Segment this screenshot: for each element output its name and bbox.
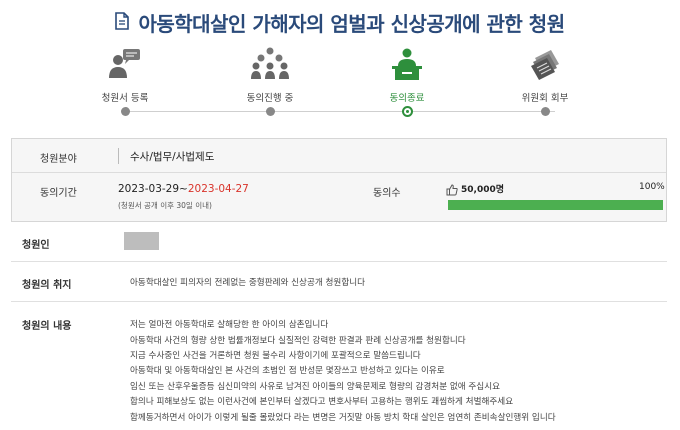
document-icon [115,11,130,34]
step-label: 청원서 등록 [101,93,149,104]
step-label: 위원회 회부 [521,93,569,104]
agree-label: 동의수 [373,188,401,199]
divider [118,148,119,164]
group-icon [250,46,290,82]
step-dot-active [401,106,413,117]
step-track [125,111,555,112]
step-dot [265,107,275,116]
period-separator: ~ [179,183,188,195]
agree-progress-fill [448,200,663,210]
agree-percent: 100% [639,182,665,192]
content-line: 함께동거하면서 아이가 이렇게 될줄 몰랐었다 라는 변명은 거짓말 아동 방치… [130,413,556,423]
content-line: 아동학대 및 아동학대살인 본 사건의 초범인 점 반성문 몇장쓰고 반성하고 … [130,366,445,376]
page-title: 아동학대살인 가해자의 엄벌과 신상공개에 관한 청원 [138,12,565,36]
content-line: 합의나 피해보상도 없는 이런사건에 본인부터 살겠다고 변호사부터 고용하는 … [130,397,514,407]
period-start: 2023-03-29 [118,183,180,195]
purpose-text: 아동학대살인 피의자의 전례없는 중형판례와 신상공개 청원합니다 [130,278,366,288]
petition-info-box: 청원분야 수사/법무/사법제도 동의기간 2023-03-29~2023-04-… [11,138,667,222]
step-label: 동의종료 [389,93,425,104]
step-agreement-ended: 동의종료 [337,46,477,104]
petitioner-name-redacted [124,232,159,250]
divider [11,301,667,302]
thumbs-up-icon [446,181,458,200]
purpose-label: 청원의 취지 [22,280,72,291]
content-line: 아동학대 사건의 형량 상한 법률개정보다 실질적인 강력한 판결과 판례 신상… [130,336,466,346]
field-value: 수사/법무/사법제도 [130,151,215,163]
desk-presenter-icon [387,46,427,82]
step-committee-referral: 위원회 회부 [475,46,615,104]
document-stack-icon [525,46,565,82]
petitioner-label: 청원인 [22,240,50,251]
period-range: 2023-03-29~2023-04-27 [118,183,249,195]
period-note: (청원서 공개 이후 30일 이내) [118,201,212,210]
field-row: 청원분야 수사/법무/사법제도 [12,139,666,173]
divider [11,261,667,262]
content-line: 임신 또는 산후우울증등 심신미약의 사유로 남겨진 아이들의 양육문제로 형량… [130,382,501,392]
content-label: 청원의 내용 [22,321,72,332]
field-label: 청원분야 [40,154,77,165]
step-registration: 청원서 등록 [55,46,195,104]
content-line: 저는 얼마전 아동학대로 살해당한 한 아이의 삼촌입니다 [130,320,329,330]
step-label: 동의진행 중 [246,93,294,104]
agree-count: 50,000명 [461,185,505,195]
period-end: 2023-04-27 [187,183,249,195]
step-in-progress: 동의진행 중 [200,46,340,104]
step-dot [120,107,130,116]
petition-status-steps: 청원서 등록 동의진행 중 동의종료 위원회 회부 [55,46,635,118]
step-dot [540,107,550,116]
agree-progress-bar [448,200,663,210]
period-label: 동의기간 [40,188,77,199]
speech-user-icon [105,46,145,82]
page-title-row: 아동학대살인 가해자의 엄벌과 신상공개에 관한 청원 [0,8,680,37]
content-line: 지금 수사중인 사건을 거론하면 청원 불수리 사항이기에 포괄적으로 말씀드립… [130,351,421,361]
